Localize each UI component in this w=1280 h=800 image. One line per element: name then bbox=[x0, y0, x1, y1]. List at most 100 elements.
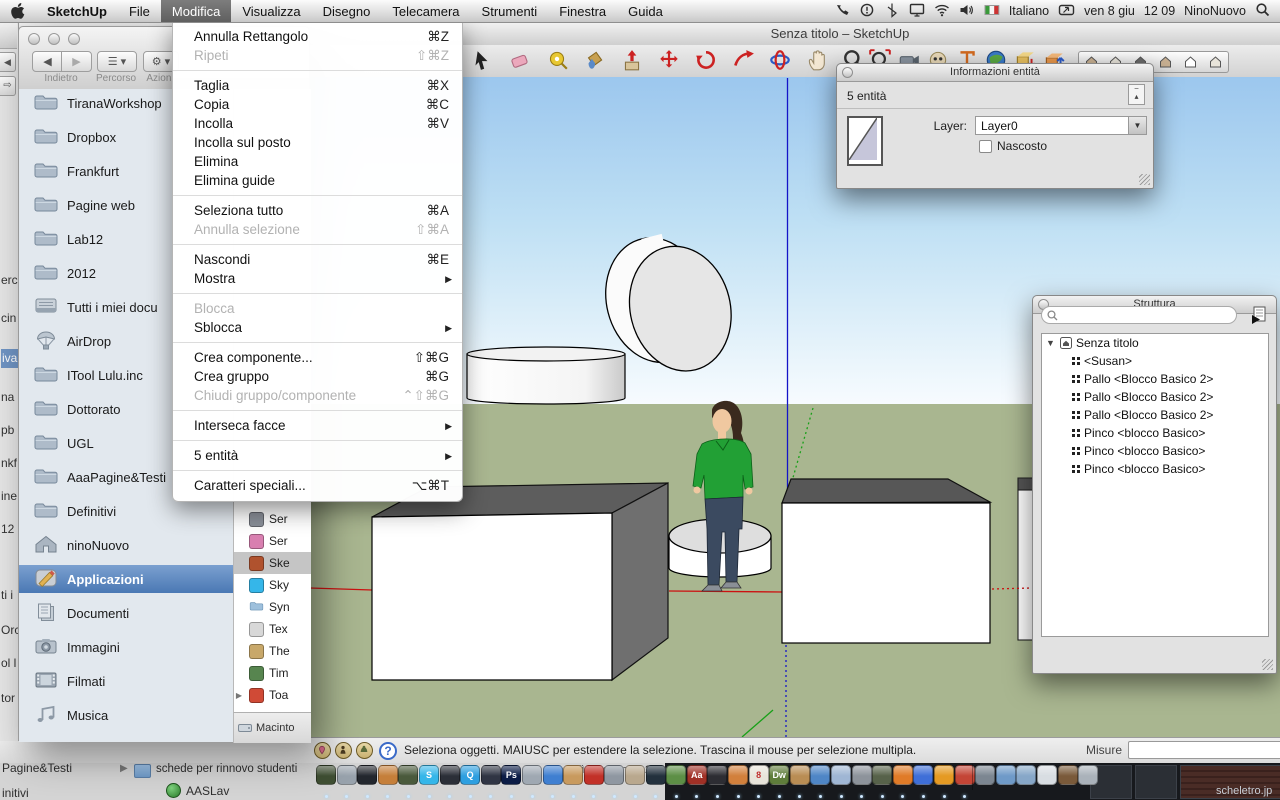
share-button-fragment[interactable]: ⇨ bbox=[0, 76, 16, 96]
outliner-item[interactable]: Pallo <Blocco Basico 2> bbox=[1042, 388, 1268, 406]
view-right-button[interactable] bbox=[1153, 51, 1179, 73]
dock-icon-app-gray-1[interactable] bbox=[337, 765, 357, 785]
outliner-item[interactable]: <Susan> bbox=[1042, 352, 1268, 370]
menubar-item-finestra[interactable]: Finestra bbox=[548, 0, 617, 22]
credit-model-icon[interactable] bbox=[356, 742, 373, 759]
dock-icon-stack-white[interactable] bbox=[1037, 765, 1057, 785]
view-bottom-button[interactable] bbox=[1203, 51, 1229, 73]
menu-item-copia[interactable]: Copia⌘C bbox=[173, 95, 462, 114]
sync-alert-icon[interactable] bbox=[859, 2, 875, 21]
clock-date[interactable]: ven 8 giu bbox=[1084, 4, 1135, 18]
dock-icon-app-camo-2[interactable] bbox=[398, 765, 418, 785]
follow-me-tool-icon[interactable] bbox=[731, 48, 757, 74]
chevron-down-icon[interactable]: ▼ bbox=[1128, 117, 1146, 134]
sidebar-item-ninonuovo[interactable]: ninoNuovo bbox=[19, 531, 233, 559]
back-button[interactable]: ◀ bbox=[32, 51, 63, 72]
dock-icon-app-camo-1[interactable] bbox=[316, 765, 336, 785]
menubar-item-telecamera[interactable]: Telecamera bbox=[381, 0, 470, 22]
app-column-row-tex[interactable]: Tex bbox=[234, 618, 311, 640]
app-column-row-ser[interactable]: Ser bbox=[234, 508, 311, 530]
file-row2-name[interactable]: AASLav bbox=[186, 784, 229, 798]
app-column-row-sky[interactable]: Sky bbox=[234, 574, 311, 596]
help-icon[interactable]: ? bbox=[379, 742, 397, 760]
sidebar-item-filmati[interactable]: Filmati bbox=[19, 667, 233, 695]
geolocation-icon[interactable] bbox=[314, 742, 331, 759]
pan-tool-icon[interactable] bbox=[805, 48, 831, 74]
menu-item-elimina-guide[interactable]: Elimina guide bbox=[173, 171, 462, 190]
cylinder-large[interactable] bbox=[467, 347, 625, 404]
sidebar-item-immagini[interactable]: Immagini bbox=[19, 633, 233, 661]
menu-item-interseca-facce[interactable]: Interseca facce▶ bbox=[173, 416, 462, 435]
spotlight-icon[interactable] bbox=[1255, 2, 1270, 20]
outliner-root-item[interactable]: ▼Senza titolo bbox=[1042, 334, 1268, 352]
dock-icon-app-green-1[interactable] bbox=[666, 765, 686, 785]
dock-icon-dreamweaver[interactable]: Dw bbox=[769, 765, 789, 785]
orbit-tool-icon[interactable] bbox=[768, 48, 794, 74]
disclosure-triangle[interactable]: ▼ bbox=[1046, 338, 1056, 348]
dock-icon-app-dark-1[interactable] bbox=[357, 765, 377, 785]
tape-measure-tool-icon[interactable] bbox=[545, 48, 571, 74]
user-switcher[interactable]: NinoNuovo bbox=[1184, 4, 1246, 18]
menu-item-sblocca[interactable]: Sblocca▶ bbox=[173, 318, 462, 337]
dock-icon-app-dark-2[interactable] bbox=[440, 765, 460, 785]
menu-item-mostra[interactable]: Mostra▶ bbox=[173, 269, 462, 288]
menubar-item-strumenti[interactable]: Strumenti bbox=[471, 0, 549, 22]
sidebar-item-documenti[interactable]: Documenti bbox=[19, 599, 233, 627]
rollup-button[interactable]: −▴ bbox=[1128, 84, 1145, 105]
menu-item-crea-gruppo[interactable]: Crea gruppo⌘G bbox=[173, 367, 462, 386]
menu-item-caratteri-speciali[interactable]: Caratteri speciali...⌥⌘T bbox=[173, 476, 462, 495]
path-button[interactable]: ☰ ▾ bbox=[97, 51, 137, 72]
dock-icon-safari[interactable] bbox=[831, 765, 851, 785]
filter-details-icon[interactable] bbox=[1250, 305, 1268, 325]
close-button[interactable] bbox=[28, 33, 40, 45]
menu-item-elimina[interactable]: Elimina bbox=[173, 152, 462, 171]
file-row-name[interactable]: schede per rinnovo studenti bbox=[156, 763, 297, 775]
zoom-button[interactable] bbox=[68, 33, 80, 45]
credit-person-icon[interactable] bbox=[335, 742, 352, 759]
sidebar-item-musica[interactable]: Musica bbox=[19, 701, 233, 729]
dock-icon-stack-folder-1[interactable] bbox=[996, 765, 1016, 785]
clock-time[interactable]: 12 09 bbox=[1144, 4, 1175, 18]
eraser-tool-icon[interactable] bbox=[508, 48, 534, 74]
dock-icon-garageband[interactable] bbox=[563, 765, 583, 785]
dock-icon-iphoto[interactable] bbox=[625, 765, 645, 785]
rotate-tool-icon[interactable] bbox=[694, 48, 720, 74]
outliner-item[interactable]: Pallo <Blocco Basico 2> bbox=[1042, 406, 1268, 424]
view-back-button[interactable] bbox=[1178, 51, 1204, 73]
dock-icon-app-blue-3[interactable] bbox=[913, 765, 933, 785]
app-column-row-ske[interactable]: Ske bbox=[234, 552, 311, 574]
dock-icon-app-camo-3[interactable] bbox=[872, 765, 892, 785]
app-column-row-toa[interactable]: ▶Toa bbox=[234, 684, 311, 706]
dock-icon-adobe-reader[interactable] bbox=[584, 765, 604, 785]
app-column-row-tim[interactable]: Tim bbox=[234, 662, 311, 684]
layer-dropdown[interactable]: Layer0 ▼ bbox=[975, 116, 1147, 135]
menu-item-incolla[interactable]: Incolla⌘V bbox=[173, 114, 462, 133]
dock-icon-vlc[interactable] bbox=[934, 765, 954, 785]
bluetooth-icon[interactable] bbox=[884, 2, 900, 21]
menu-item-5-entit[interactable]: 5 entità▶ bbox=[173, 446, 462, 465]
display-icon[interactable] bbox=[909, 2, 925, 21]
select-tool-icon[interactable] bbox=[470, 48, 496, 74]
dock-icon-stack-utilities[interactable] bbox=[975, 765, 995, 785]
resize-grip[interactable] bbox=[1262, 659, 1273, 670]
disclosure-triangle[interactable]: ▶ bbox=[234, 691, 244, 700]
back-button-fragment[interactable]: ◀ bbox=[0, 52, 16, 72]
italian-flag-icon[interactable] bbox=[984, 2, 1000, 21]
dock-icon-font-book[interactable]: Aa bbox=[687, 765, 707, 785]
dock-icon-app-gray-3[interactable] bbox=[852, 765, 872, 785]
dock-icon-ical[interactable]: 8 bbox=[749, 765, 769, 785]
menubar-item-disegno[interactable]: Disegno bbox=[312, 0, 382, 22]
dock-icon-app-dark-4[interactable] bbox=[646, 765, 666, 785]
dock-icon-app-orange-1[interactable] bbox=[378, 765, 398, 785]
menubar-item-file[interactable]: File bbox=[118, 0, 161, 22]
menu-item-nascondi[interactable]: Nascondi⌘E bbox=[173, 250, 462, 269]
move-tool-icon[interactable] bbox=[657, 48, 683, 74]
menubar-item-guida[interactable]: Guida bbox=[617, 0, 674, 22]
outliner-item[interactable]: Pinco <blocco Basico> bbox=[1042, 424, 1268, 442]
app-column-row-the[interactable]: The bbox=[234, 640, 311, 662]
menubar-item-modifica[interactable]: Modifica bbox=[161, 0, 231, 22]
phone-icon[interactable] bbox=[834, 2, 850, 21]
dock-icon-app-dark-3[interactable] bbox=[481, 765, 501, 785]
dock-icon-firefox[interactable] bbox=[893, 765, 913, 785]
outliner-item[interactable]: Pallo <Blocco Basico 2> bbox=[1042, 370, 1268, 388]
